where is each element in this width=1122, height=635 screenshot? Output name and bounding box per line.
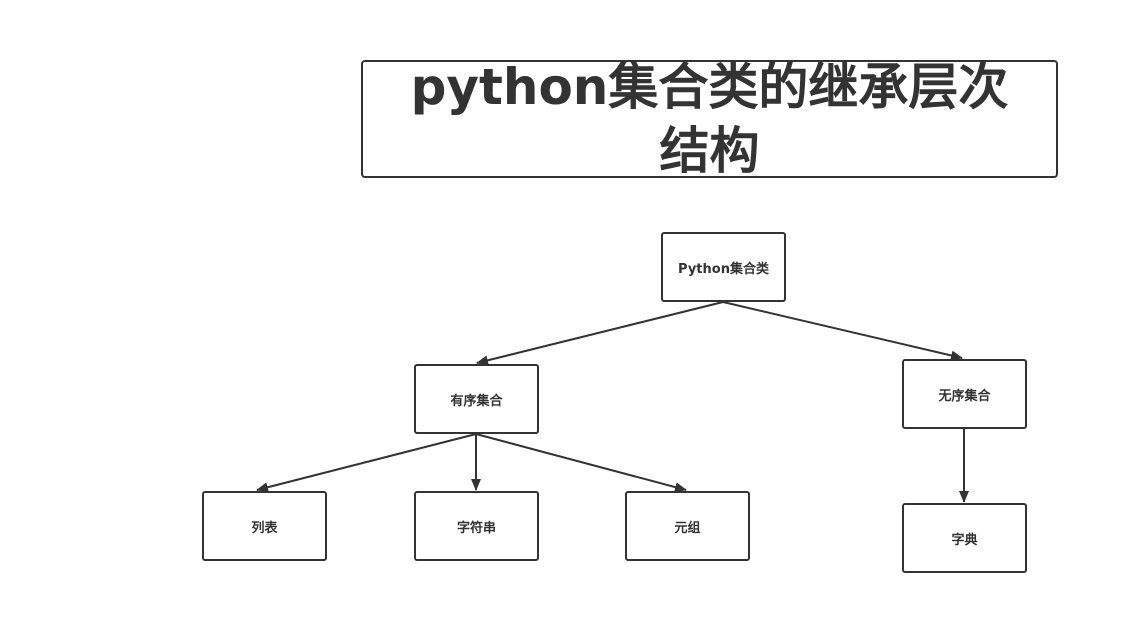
node-string: 字符串: [414, 491, 539, 561]
node-ordered-collection: 有序集合: [414, 364, 539, 434]
edge-root-to-unordered: [722, 301, 963, 361]
edge-ordered-to-tuple: [475, 433, 687, 492]
node-label: 列表: [251, 520, 278, 536]
node-unordered-collection: 无序集合: [902, 359, 1027, 429]
node-tuple: 元组: [625, 491, 750, 561]
node-python-collections: Python集合类: [661, 232, 786, 302]
node-label: 元组: [674, 520, 701, 536]
node-label: 字符串: [456, 520, 496, 536]
node-label: 有序集合: [450, 393, 503, 409]
edge-root-to-ordered: [476, 301, 724, 366]
node-list: 列表: [202, 491, 327, 561]
node-label: Python集合类: [678, 261, 769, 277]
node-dict: 字典: [902, 503, 1027, 573]
node-label: 无序集合: [938, 388, 991, 404]
edge-ordered-to-list: [256, 433, 477, 493]
node-label: 字典: [951, 532, 978, 548]
